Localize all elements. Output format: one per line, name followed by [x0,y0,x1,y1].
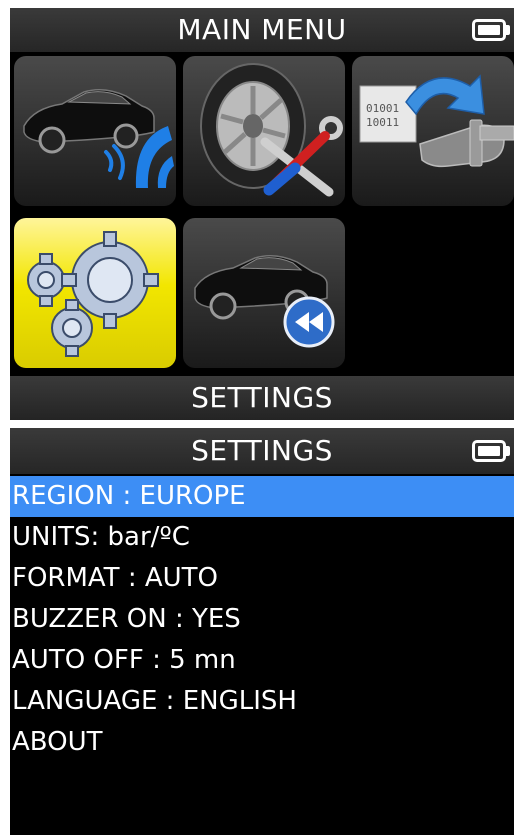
battery-icon [472,440,506,462]
battery-terminal [506,446,510,456]
tile-tpms-check[interactable] [14,56,176,206]
battery-icon [472,19,506,41]
battery-terminal [506,25,510,35]
settings-gears-icon [27,231,159,357]
selected-item-label: SETTINGS [191,381,333,414]
settings-header: SETTINGS [10,428,514,474]
menu-item-region[interactable]: REGION : EUROPE [10,476,514,517]
settings-menu: REGION : EUROPE UNITS: bar/ºC FORMAT : A… [10,476,514,763]
main-menu-title: MAIN MENU [177,13,347,46]
menu-item-auto-off[interactable]: AUTO OFF : 5 mn [10,640,514,681]
tile-settings[interactable] [14,218,176,368]
car-wireless-icon [23,89,174,188]
svg-text:10011: 10011 [366,116,399,129]
settings-title: SETTINGS [191,434,333,467]
selected-item-bar: SETTINGS [10,376,514,420]
menu-item-about[interactable]: ABOUT [10,722,514,763]
tire-tools-icon [200,63,343,197]
menu-item-units[interactable]: UNITS: bar/ºC [10,517,514,558]
tile-service[interactable] [183,56,345,206]
sensor-programming-icon: 01001 10011 [359,74,514,168]
main-menu-header: MAIN MENU [10,8,514,52]
car-rewind-icon [194,255,335,348]
tile-vehicle-history[interactable] [183,218,345,368]
menu-item-buzzer[interactable]: BUZZER ON : YES [10,599,514,640]
main-menu-screen: MAIN MENU 01001 10011 SETTINGS [10,8,514,420]
menu-item-format[interactable]: FORMAT : AUTO [10,558,514,599]
settings-screen: SETTINGS REGION : EUROPE UNITS: bar/ºC F… [10,428,514,835]
svg-text:01001: 01001 [366,102,399,115]
menu-item-language[interactable]: LANGUAGE : ENGLISH [10,681,514,722]
tile-sensor-programming[interactable]: 01001 10011 [352,56,514,206]
